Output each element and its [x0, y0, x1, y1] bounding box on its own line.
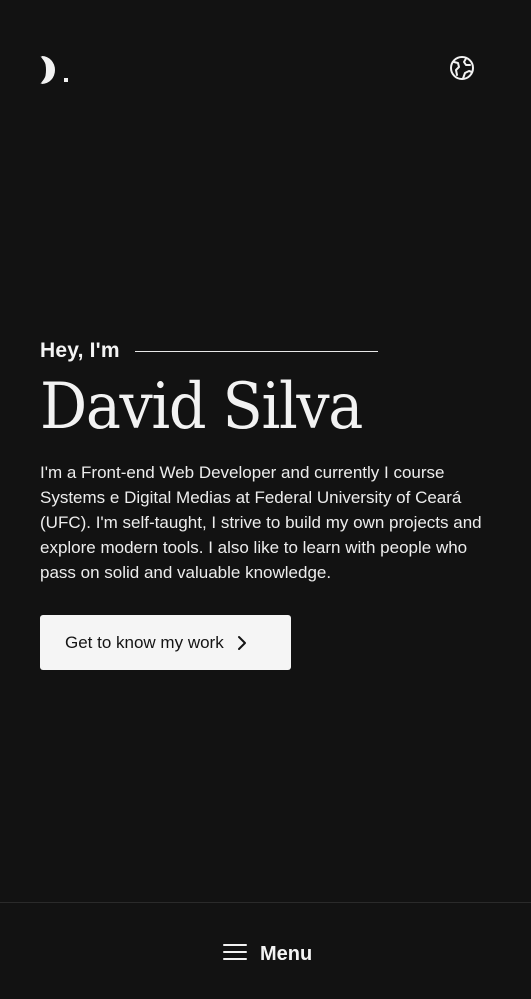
greeting-row: Hey, I'm: [40, 336, 492, 366]
hero-name: David Silva: [40, 370, 363, 444]
hamburger-icon: [223, 942, 247, 967]
site-header: [0, 0, 531, 140]
bottom-nav: Menu: [0, 902, 531, 999]
globe-icon: [449, 55, 475, 86]
language-switch-button[interactable]: [448, 55, 476, 86]
hero-bio: I'm a Front-end Web Developer and curren…: [40, 463, 482, 582]
logo-mark-icon[interactable]: [40, 56, 74, 84]
hero-section: Hey, I'm David Silva I'm a Front-end Web…: [40, 336, 492, 670]
greeting-divider: [134, 350, 378, 352]
cta-label: Get to know my work: [65, 632, 224, 652]
menu-button[interactable]: Menu: [223, 939, 312, 969]
greeting-text: Hey, I'm: [40, 339, 120, 362]
chevron-right-icon: [236, 635, 248, 651]
get-to-know-work-button[interactable]: Get to know my work: [40, 615, 291, 670]
menu-label: Menu: [260, 942, 313, 965]
page: Hey, I'm David Silva I'm a Front-end Web…: [0, 0, 531, 999]
